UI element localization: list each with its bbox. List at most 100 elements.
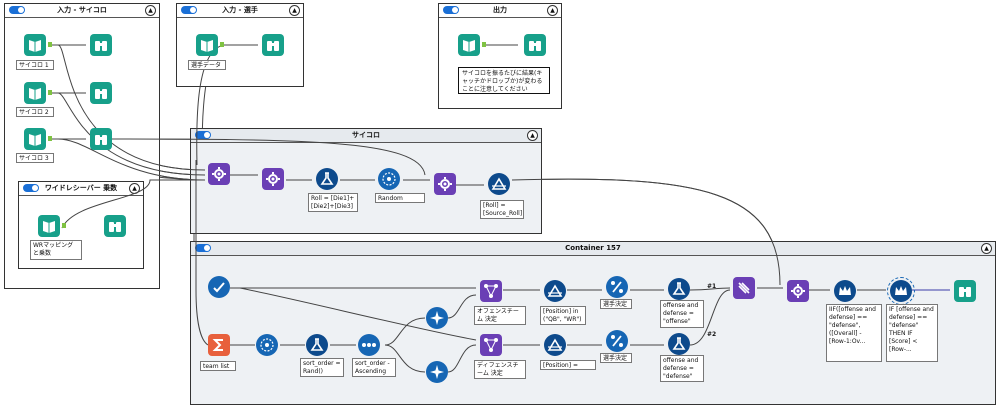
input-anchor-label: #1: [707, 283, 717, 290]
select-tool[interactable]: [208, 276, 230, 298]
output-anchor[interactable]: [220, 42, 224, 47]
binoculars-icon: [95, 135, 107, 145]
network-icon: [484, 284, 498, 298]
chain-icon: [738, 282, 750, 294]
binoculars-icon: [95, 89, 107, 99]
browse-tool-output[interactable]: [524, 34, 546, 56]
tool-label: [Position] = "CB": [540, 360, 596, 370]
join-tool-defense[interactable]: [480, 334, 502, 356]
sample-tool-1[interactable]: [426, 307, 448, 329]
union-tool[interactable]: [733, 277, 755, 299]
summarize-tool[interactable]: [208, 334, 230, 356]
delta-icon: [547, 338, 563, 351]
input-tool-player[interactable]: [196, 34, 218, 56]
tool-label: 選手データ: [188, 60, 226, 70]
tool-label: [Roll] = [Source_Roll]: [480, 200, 524, 219]
tool-label: team list: [200, 361, 236, 371]
tool-label: Roll = [Die1]+[Die2]+[Die3]: [308, 193, 358, 212]
output-anchor[interactable]: [48, 90, 52, 95]
tool-label: Random Record: [375, 193, 425, 203]
crown-icon: [839, 286, 851, 295]
tool-label: 選手決定: [600, 299, 632, 309]
percent-icon: [611, 335, 623, 347]
tool-label: WRマッピングと乗数: [30, 240, 82, 260]
browse-tool-wr[interactable]: [104, 215, 126, 237]
random-sample-tool-2[interactable]: [256, 334, 278, 356]
browse-tool-player[interactable]: [262, 34, 284, 56]
percent-icon: [611, 281, 623, 293]
network-icon: [484, 338, 498, 352]
sample-percent-tool-2[interactable]: [606, 330, 628, 352]
comment-box[interactable]: サイコロを振るたびに結果(キャッチかドロップか)が変わることに注意してください: [458, 67, 550, 94]
tool-label: sort_order - Ascending: [352, 358, 396, 377]
flask-icon: [672, 282, 686, 295]
join-tool-2[interactable]: [262, 168, 284, 190]
input-tool-dice3[interactable]: [24, 128, 46, 150]
tool-label: IF [offense and defense] == "defense" TH…: [886, 304, 938, 362]
formula-tool-offense[interactable]: [668, 278, 690, 300]
tool-label: サイコロ 1: [16, 60, 54, 70]
flask-icon: [320, 172, 334, 185]
tool-label: offense and defense = "offense": [660, 300, 704, 328]
join-tool-1[interactable]: [208, 163, 230, 185]
sort-tool[interactable]: [358, 334, 380, 356]
book-icon: [463, 40, 475, 52]
join-tool-final[interactable]: [787, 280, 809, 302]
binoculars-icon: [267, 41, 279, 51]
sigma-icon: [212, 339, 223, 351]
tool-label: オフェンスチーム 決定: [474, 306, 526, 325]
output-anchor[interactable]: [48, 42, 52, 47]
dots-icon: [362, 343, 376, 347]
join-icon: [212, 167, 226, 181]
tool-label: ディフェンスチーム 決定: [474, 360, 526, 379]
input-tool-dice2[interactable]: [24, 82, 46, 104]
flask-icon: [310, 338, 324, 351]
flask-icon: [672, 337, 686, 350]
join-tool-3[interactable]: [434, 173, 456, 195]
random-icon: [382, 172, 396, 186]
browse-tool-dice1[interactable]: [90, 34, 112, 56]
binoculars-icon: [109, 222, 121, 232]
output-anchor[interactable]: [48, 136, 52, 141]
tool-label: IIF([offense and defense] == "defense", …: [826, 304, 882, 362]
tool-label: 選手決定: [600, 353, 632, 363]
compass-icon: [430, 311, 444, 325]
input-anchor-label: #2: [707, 331, 717, 338]
filter-tool-qb-wr[interactable]: [544, 280, 566, 302]
delta-icon: [547, 284, 563, 297]
sample-tool-2[interactable]: [426, 361, 448, 383]
book-icon: [201, 40, 213, 52]
random-sample-tool[interactable]: [378, 168, 400, 190]
output-anchor[interactable]: [482, 42, 486, 47]
tool-label: offense and defense = "defense": [660, 355, 704, 382]
binoculars-icon: [529, 41, 541, 51]
browse-tool-dice3[interactable]: [90, 128, 112, 150]
filter-tool-cb[interactable]: [544, 334, 566, 356]
sample-percent-tool-1[interactable]: [606, 276, 628, 298]
input-tool-wr[interactable]: [38, 215, 60, 237]
join-icon: [438, 177, 452, 191]
binoculars-icon: [95, 41, 107, 51]
formula-tool-sort-order[interactable]: [306, 334, 328, 356]
checkmark-icon: [213, 282, 225, 293]
formula-tool-defense[interactable]: [668, 333, 690, 355]
formula-tool-roll[interactable]: [316, 168, 338, 190]
output-anchor[interactable]: [62, 223, 66, 228]
browse-tool-dice2[interactable]: [90, 82, 112, 104]
book-icon: [29, 134, 41, 146]
book-icon: [29, 40, 41, 52]
filter-tool-roll[interactable]: [488, 173, 510, 195]
multirow-formula-tool-2[interactable]: [887, 277, 915, 305]
multirow-formula-tool-1[interactable]: [834, 280, 856, 302]
tool-label: [Position] in ("QB", "WR"): [540, 306, 586, 325]
tool-label: サイコロ 2: [16, 107, 54, 117]
book-icon: [43, 221, 55, 233]
tool-label: サイコロ 3: [16, 153, 54, 163]
tool-label: sort_order = Rand(): [300, 358, 344, 377]
book-icon: [29, 88, 41, 100]
join-icon: [791, 284, 805, 298]
input-tool-dice1[interactable]: [24, 34, 46, 56]
browse-tool-final[interactable]: [954, 280, 976, 302]
join-tool-offense[interactable]: [480, 280, 502, 302]
input-tool-output[interactable]: [458, 34, 480, 56]
